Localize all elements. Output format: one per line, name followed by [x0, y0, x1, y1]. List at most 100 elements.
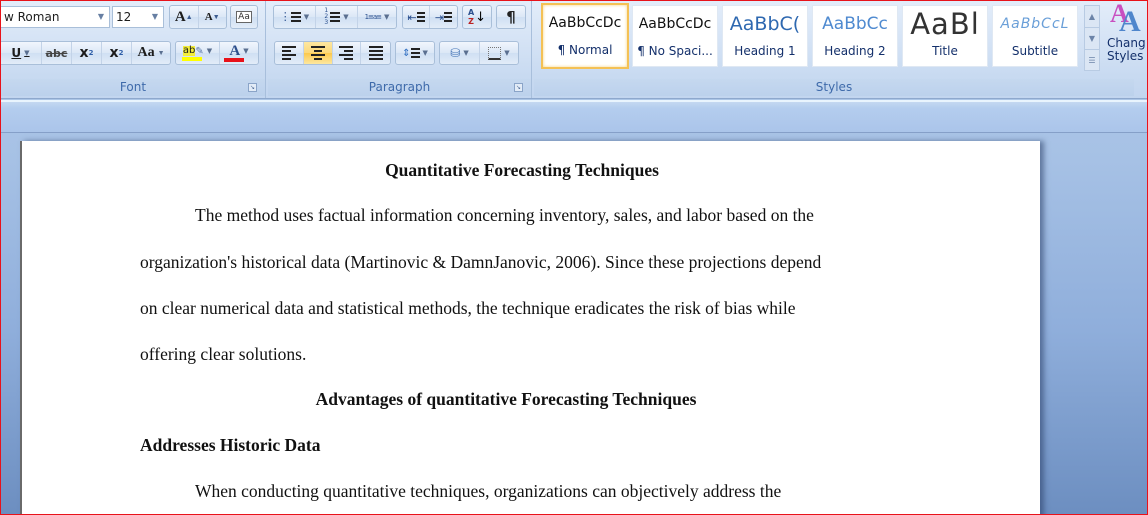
strikethrough-icon: abc	[45, 46, 68, 60]
style-name: Title	[932, 44, 958, 58]
show-formatting-marks-button[interactable]: ¶	[496, 5, 526, 29]
decrease-indent-button[interactable]: ⇤	[403, 6, 431, 28]
more-styles-icon[interactable]: ☰	[1085, 50, 1099, 72]
chevron-down-icon[interactable]: ▼	[504, 49, 509, 57]
increase-indent-button[interactable]: ⇥	[430, 6, 457, 28]
style-heading-2[interactable]: AaBbCc Heading 2	[812, 5, 898, 67]
sort-az-icon: AZ	[467, 8, 475, 26]
chevron-down-icon[interactable]: ▼	[423, 49, 428, 57]
font-name-value: w Roman	[4, 10, 60, 24]
underline-icon: U	[11, 46, 22, 60]
font-format-buttons: U ▼ abc x2 x2 Aa ▼	[1, 41, 171, 65]
multilevel-list-button[interactable]: 1≡a≡ ▼	[358, 6, 396, 28]
style-normal[interactable]: AaBbCcDc ¶ Normal	[541, 3, 629, 69]
word-window: w Roman ▼ 12 ▼ A ▲ A ▼ Aa U ▼ abc x 2 x …	[0, 0, 1148, 515]
clear-formatting-button[interactable]: Aa	[230, 5, 258, 29]
style-name: Subtitle	[1011, 44, 1059, 58]
change-case-icon: Aa	[137, 45, 155, 60]
paragraph-group-label: Paragraph	[268, 79, 531, 96]
align-center-button[interactable]	[303, 42, 333, 64]
document-title: Quantitative Forecasting Techniques	[385, 160, 659, 180]
subsection-heading: Addresses Historic Data	[140, 435, 321, 455]
highlight-button[interactable]: ab ✎ ▼	[176, 42, 220, 64]
style-sample: AaBbCcDc	[638, 16, 712, 32]
style-name: Heading 1	[734, 44, 796, 58]
line-spacing-icon: ⇕	[402, 47, 411, 59]
chevron-down-icon[interactable]: ▼	[384, 13, 389, 21]
decrease-indent-icon: ⇤	[407, 10, 417, 24]
chevron-down-icon[interactable]: ▼	[98, 7, 104, 27]
align-left-button[interactable]	[275, 42, 304, 64]
font-dialog-launcher-icon[interactable]: ↘	[248, 83, 257, 92]
sort-button[interactable]: AZ ↓	[462, 5, 492, 29]
chevron-down-icon[interactable]: ▼	[152, 7, 158, 27]
list-buttons: ⋮ ▼ 123 ▼ 1≡a≡ ▼	[273, 5, 397, 29]
chevron-down-icon[interactable]: ▼	[207, 47, 212, 55]
align-right-button[interactable]	[333, 42, 362, 64]
style-subtitle[interactable]: AaBbCcL Subtitle	[992, 5, 1078, 67]
subscript-button[interactable]: x2	[72, 42, 102, 64]
paragraph-dialog-launcher-icon[interactable]: ↘	[514, 83, 523, 92]
ruler-area	[1, 100, 1147, 133]
shading-button[interactable]: ⛁ ▼	[440, 42, 480, 64]
style-no-spacing[interactable]: AaBbCcDc ¶ No Spaci...	[632, 5, 718, 67]
chevron-down-icon[interactable]: ▼	[243, 47, 248, 55]
styles-group-label: Styles	[534, 79, 1134, 96]
underline-button[interactable]: U ▼	[1, 42, 42, 64]
chevron-down-icon[interactable]: ▼	[24, 49, 29, 57]
style-heading-1[interactable]: AaBbC( Heading 1	[722, 5, 808, 67]
shrink-font-button[interactable]: A ▼	[199, 6, 227, 28]
style-sample: AaBbCcDc	[548, 15, 622, 31]
style-sample: AaBbC(	[729, 13, 801, 35]
paragraph-line: organization's historical data (Martinov…	[140, 252, 822, 272]
style-title[interactable]: AaBl Title	[902, 5, 988, 67]
alignment-buttons	[274, 41, 391, 65]
bullets-button[interactable]: ⋮ ▼	[274, 6, 316, 28]
superscript-button[interactable]: x2	[102, 42, 132, 64]
style-name: ¶ Normal	[557, 43, 613, 57]
bullets-icon: ⋮	[279, 10, 291, 23]
highlighter-icon: ab	[182, 45, 196, 56]
color-buttons: ab ✎ ▼ A ▼	[175, 41, 259, 65]
subscript-icon: x	[79, 45, 89, 61]
border-icon	[488, 46, 502, 60]
paint-bucket-icon: ⛁	[450, 46, 461, 60]
multilevel-list-icon: 1≡a≡	[364, 13, 383, 21]
font-color-button[interactable]: A ▼	[220, 42, 258, 64]
chevron-down-icon[interactable]: ▼	[158, 49, 165, 57]
chevron-down-icon[interactable]: ▼	[304, 13, 309, 21]
chevron-down-icon[interactable]: ▼	[343, 13, 348, 21]
font-size-value: 12	[116, 10, 132, 24]
superscript-icon: x	[109, 45, 119, 61]
chevron-down-icon[interactable]: ▼	[463, 49, 468, 57]
change-case-button[interactable]: Aa ▼	[132, 42, 170, 64]
grow-font-button[interactable]: A ▲	[170, 6, 199, 28]
justify-button[interactable]	[361, 42, 390, 64]
document-page[interactable]: Quantitative Forecasting Techniques The …	[20, 141, 1040, 514]
font-group: w Roman ▼ 12 ▼ A ▲ A ▼ Aa U ▼ abc x 2 x …	[1, 1, 266, 98]
font-name-combobox[interactable]: w Roman ▼	[1, 6, 110, 28]
strikethrough-button[interactable]: abc	[42, 42, 72, 64]
change-styles-button[interactable]: A A Chang Styles	[1105, 1, 1147, 77]
shrink-font-icon: A	[204, 11, 213, 23]
borders-button[interactable]: ▼	[480, 42, 518, 64]
indent-buttons: ⇤ ⇥	[402, 5, 458, 29]
style-sample: AaBbCcL	[1000, 16, 1070, 32]
font-size-buttons: A ▲ A ▼	[169, 5, 227, 29]
numbering-button[interactable]: 123 ▼	[316, 6, 358, 28]
align-left-icon	[281, 44, 296, 62]
paragraph-line: When conducting quantitative techniques,…	[195, 481, 782, 501]
scroll-down-icon[interactable]: ▼	[1085, 28, 1099, 50]
font-color-swatch	[224, 58, 244, 62]
styles-group: AaBbCcDc ¶ Normal AaBbCcDc ¶ No Spaci...…	[534, 1, 1147, 98]
paragraph-line: on clear numerical data and statistical …	[140, 298, 796, 318]
line-spacing-button[interactable]: ⇕ ▼	[395, 41, 435, 65]
grow-font-icon: A	[174, 8, 186, 25]
paragraph-group: ⋮ ▼ 123 ▼ 1≡a≡ ▼ ⇤ ⇥ A Z ↓ ¶ ⇕ ▼ ⛁ ▼ ▼ P…	[268, 1, 532, 98]
font-color-icon: A	[229, 43, 241, 59]
increase-indent-icon: ⇥	[434, 10, 445, 24]
font-size-combobox[interactable]: 12 ▼	[112, 6, 164, 28]
scroll-up-icon[interactable]: ▲	[1085, 6, 1099, 28]
shading-border-buttons: ⛁ ▼ ▼	[439, 41, 519, 65]
numbering-icon: 123	[324, 7, 329, 26]
